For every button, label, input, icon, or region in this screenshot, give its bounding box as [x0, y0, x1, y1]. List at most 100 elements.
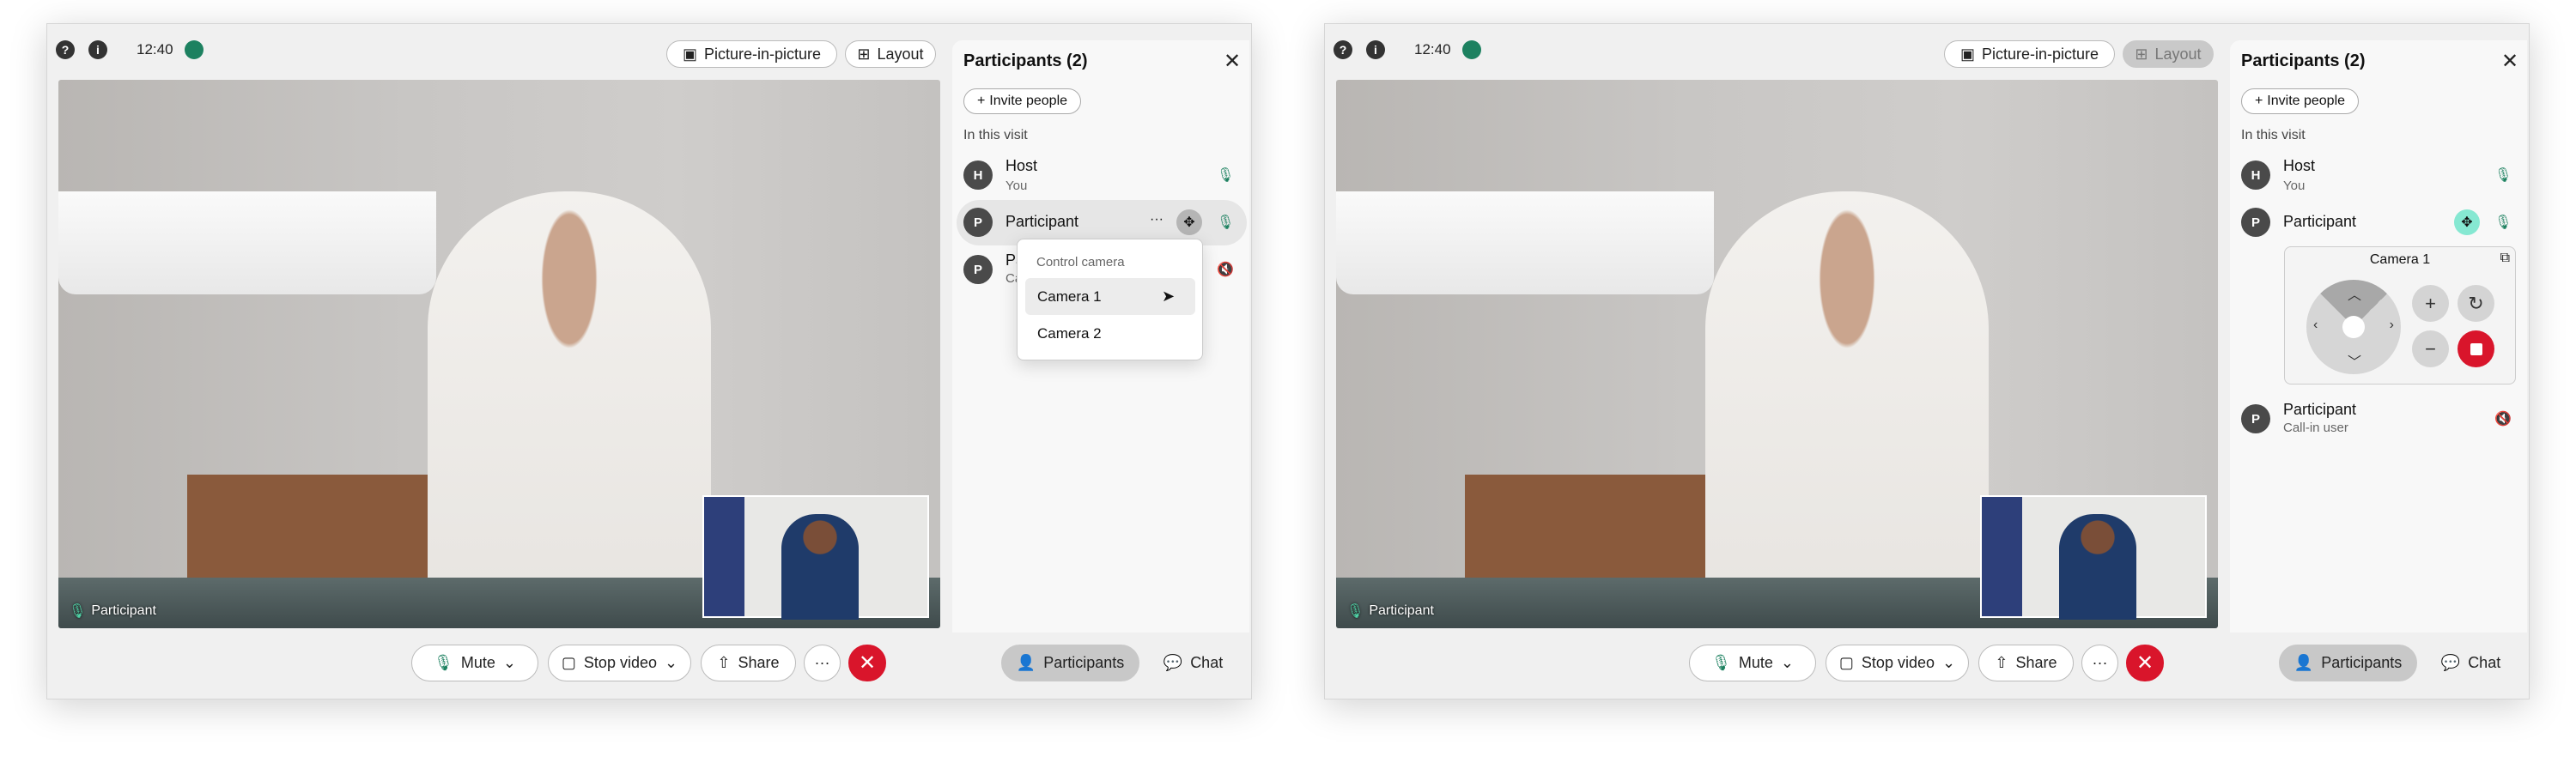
- stop-video-button[interactable]: ▢ Stop video ⌄: [548, 645, 691, 681]
- info-icon[interactable]: i: [1366, 40, 1385, 59]
- share-button[interactable]: ⇧ Share: [1978, 645, 2074, 681]
- lamp: [1336, 191, 1714, 294]
- signal-icon[interactable]: [185, 40, 204, 59]
- close-icon: ✕: [858, 651, 877, 675]
- mic-muted-icon: 🔇: [2494, 412, 2512, 427]
- more-icon: ···: [814, 654, 830, 671]
- invite-button[interactable]: + Invite people: [963, 88, 1081, 114]
- avatar: P: [2241, 404, 2270, 433]
- more-icon: ···: [2092, 654, 2108, 671]
- clock: 12:40: [1414, 41, 1451, 58]
- participants-panel: Participants (2) ✕ + Invite people In thi…: [2230, 40, 2527, 633]
- end-call-button[interactable]: ✕: [848, 645, 886, 681]
- zoom-in-button[interactable]: +: [2412, 285, 2449, 322]
- stop-video-label: Stop video: [583, 654, 657, 671]
- camera-icon: ▢: [561, 654, 576, 671]
- move-icon: ✥: [1183, 215, 1195, 230]
- participants-button[interactable]: 👤 Participants: [1001, 645, 1139, 681]
- window-right: ? i 12:40 ▣ Picture-in-picture ⊞ Layout 🎙 P…: [1324, 23, 2530, 699]
- layout-label: Layout: [877, 45, 924, 63]
- cursor-icon: ➤: [1162, 288, 1176, 305]
- mute-label: Mute: [1738, 654, 1773, 671]
- lamp: [58, 191, 436, 294]
- chat-icon: 💬: [2440, 654, 2461, 671]
- participant-sub: Call-in user: [2283, 421, 2348, 435]
- self-view[interactable]: [1980, 495, 2207, 620]
- remote-video: 🎙 Participant: [1336, 80, 2218, 628]
- stop-control-button[interactable]: [2458, 330, 2494, 367]
- mic-icon: 🎙: [1217, 168, 1235, 183]
- layout-icon: ⊞: [2135, 45, 2148, 63]
- panel-title: Participants (2): [2241, 51, 2366, 70]
- close-icon[interactable]: ✕: [2501, 49, 2518, 74]
- participants-button[interactable]: 👤 Participants: [2279, 645, 2417, 681]
- signal-icon[interactable]: [1462, 40, 1481, 59]
- camera-control-button-active[interactable]: ✥: [2454, 209, 2480, 235]
- chat-button[interactable]: 💬 Chat: [2439, 645, 2502, 681]
- mic-icon: 🎙: [1346, 604, 1364, 619]
- avatar: P: [2241, 208, 2270, 237]
- layout-label: Layout: [2154, 45, 2202, 63]
- stop-video-button[interactable]: ▢ Stop video ⌄: [1826, 645, 1969, 681]
- end-call-button[interactable]: ✕: [2126, 645, 2164, 681]
- move-icon: ✥: [2461, 215, 2473, 230]
- chevron-down-icon[interactable]: ⌄: [503, 654, 516, 672]
- participants-label: Participants: [1043, 654, 1125, 671]
- section-label: In this visit: [2241, 128, 2306, 142]
- reset-button[interactable]: ↻: [2458, 285, 2494, 322]
- mic-icon: 🎙: [434, 654, 453, 671]
- video-label: 🎙 Participant: [1346, 602, 1434, 620]
- chat-button[interactable]: 💬 Chat: [1162, 645, 1224, 681]
- share-icon: ⇧: [717, 654, 731, 671]
- info-icon[interactable]: i: [88, 40, 107, 59]
- menu-item-camera-2[interactable]: Camera 2: [1025, 315, 1195, 352]
- chevron-down-icon[interactable]: ﹀: [2348, 350, 2361, 371]
- avatar: H: [2241, 160, 2270, 190]
- pan-tilt-pad[interactable]: ︿ ‹ › ﹀: [2306, 280, 2401, 374]
- mic-icon: 🎙: [1711, 654, 1731, 671]
- plus-icon: +: [2254, 94, 2263, 108]
- help-icon[interactable]: ?: [56, 40, 75, 59]
- chevron-down-icon[interactable]: ⌄: [665, 654, 677, 672]
- self-view[interactable]: [702, 495, 929, 620]
- mute-button[interactable]: 🎙 Mute ⌄: [1689, 645, 1816, 681]
- control-camera-menu: Control camera Camera 1 Camera 2 ➤: [1017, 239, 1203, 360]
- pip-icon: ▣: [682, 45, 697, 63]
- chevron-down-icon[interactable]: ⌄: [1781, 654, 1794, 672]
- mic-icon: 🎙: [2494, 215, 2512, 230]
- layout-button[interactable]: ⊞ Layout: [845, 40, 936, 68]
- layout-icon: ⊞: [857, 45, 871, 63]
- chat-label: Chat: [2468, 654, 2501, 671]
- camera-control-button[interactable]: ✥: [1176, 209, 1202, 235]
- video-label-text: Participant: [1369, 603, 1434, 618]
- avatar: P: [963, 208, 993, 237]
- invite-button[interactable]: + Invite people: [2241, 88, 2359, 114]
- more-options-icon[interactable]: ···: [1150, 212, 1163, 227]
- popout-icon[interactable]: ⧉: [2500, 251, 2510, 266]
- pad-center[interactable]: [2342, 316, 2365, 338]
- remote-person: [1705, 191, 1989, 628]
- avatar: H: [963, 160, 993, 190]
- section-label: In this visit: [963, 128, 1028, 142]
- pip-button[interactable]: ▣ Picture-in-picture: [666, 40, 837, 68]
- participants-label: Participants: [2321, 654, 2403, 671]
- share-button[interactable]: ⇧ Share: [701, 645, 796, 681]
- camera-control-box: Camera 1 ⧉ ︿ ‹ › ﹀ + ↻ −: [2284, 246, 2516, 384]
- mute-button[interactable]: 🎙 Mute ⌄: [411, 645, 538, 681]
- zoom-out-button[interactable]: −: [2412, 330, 2449, 367]
- share-label: Share: [738, 654, 780, 671]
- close-icon[interactable]: ✕: [1224, 49, 1241, 74]
- more-button[interactable]: ···: [804, 645, 841, 681]
- help-icon[interactable]: ?: [1334, 40, 1352, 59]
- chevron-left-icon[interactable]: ‹: [2313, 318, 2318, 333]
- invite-label: Invite people: [989, 94, 1068, 108]
- chevron-down-icon[interactable]: ⌄: [1942, 654, 1955, 672]
- mute-label: Mute: [460, 654, 495, 671]
- video-label-text: Participant: [91, 603, 156, 618]
- menu-header: Control camera: [1036, 255, 1125, 269]
- more-button[interactable]: ···: [2081, 645, 2118, 681]
- chevron-up-icon[interactable]: ︿: [2348, 283, 2361, 304]
- chevron-right-icon[interactable]: ›: [2390, 318, 2394, 333]
- pip-button[interactable]: ▣ Picture-in-picture: [1944, 40, 2115, 68]
- window-left: ? i 12:40 ▣ Picture-in-picture ⊞ Layout 🎙 P…: [46, 23, 1252, 699]
